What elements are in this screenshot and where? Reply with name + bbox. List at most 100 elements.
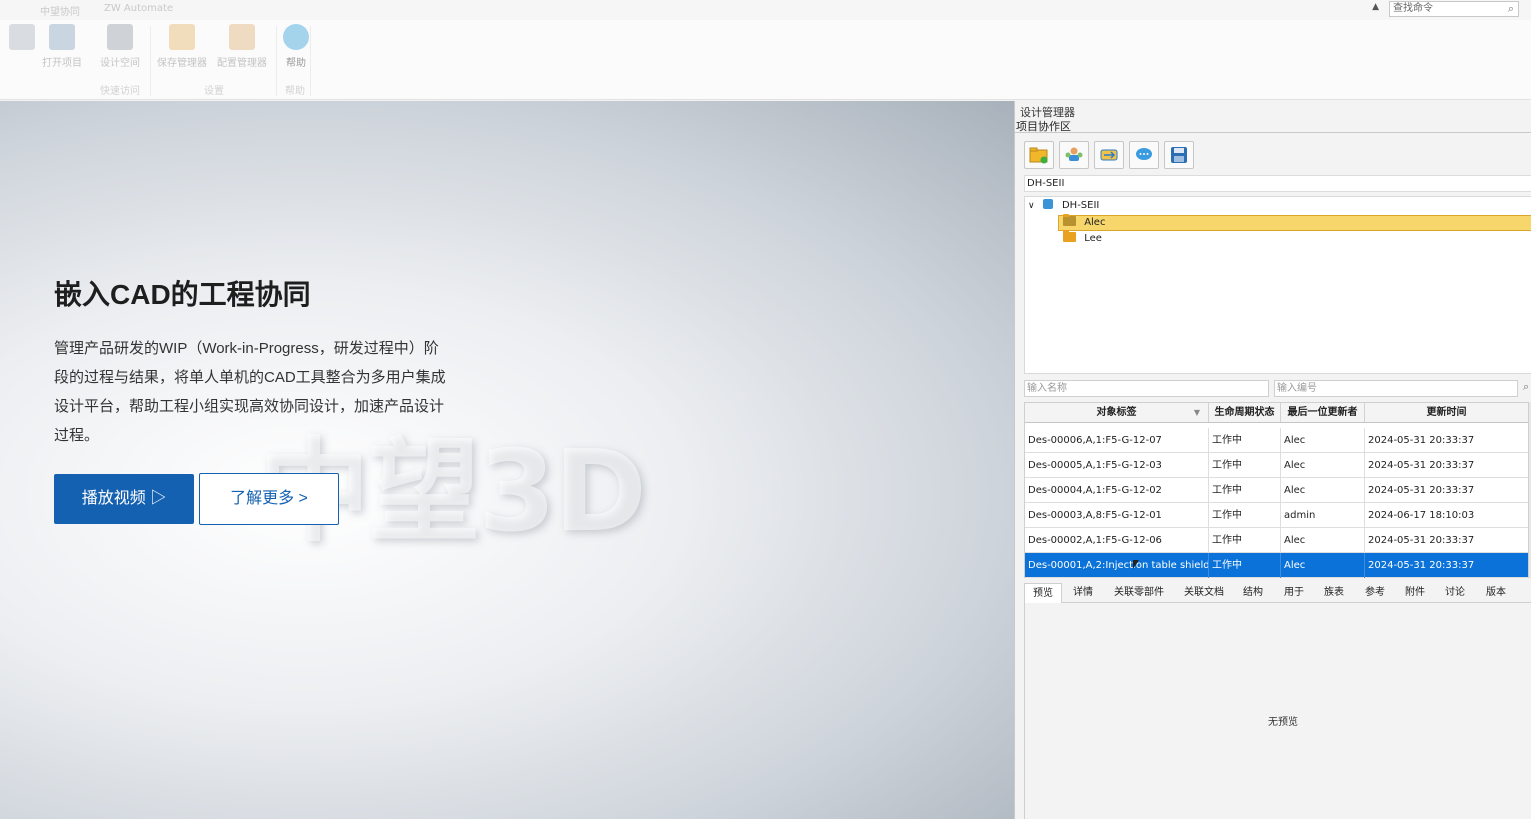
ribbon-help-button[interactable]: 帮助	[268, 24, 324, 69]
cell-time: 2024-06-17 18:10:03	[1368, 510, 1475, 521]
cell-state: 工作中	[1209, 478, 1281, 503]
database-icon	[1042, 199, 1053, 209]
cell-time: 2024-05-31 20:33:37	[1368, 485, 1475, 496]
sort-icon[interactable]: ▼	[1194, 403, 1200, 423]
hero-banner: 中望3D 嵌入CAD的工程协同 管理产品研发的WIP（Work-in-Progr…	[0, 101, 1014, 819]
tab-discussion[interactable]: 讨论	[1437, 583, 1473, 603]
cell-updater: Alec	[1281, 453, 1365, 478]
tab-related-docs[interactable]: 关联文档	[1178, 583, 1230, 603]
tab-details[interactable]: 详情	[1066, 583, 1100, 603]
tab-attachments[interactable]: 附件	[1397, 583, 1433, 603]
column-header-state[interactable]: 生命周期状态	[1209, 403, 1281, 423]
no-preview-text: 无预览	[1268, 717, 1298, 728]
tab-versions[interactable]: 版本	[1478, 583, 1514, 603]
learn-more-button[interactable]: 了解更多 >	[199, 473, 339, 525]
table-row-selected[interactable]: Des-00001,A,2:Injection table shield doo…	[1025, 553, 1528, 578]
cell-time: 2024-05-31 20:33:37	[1368, 560, 1475, 571]
cell-updater: Alec	[1281, 553, 1365, 578]
app-tab-2[interactable]: ZW Automate	[104, 3, 173, 18]
project-tree[interactable]: ∨ DH-SEII Alec Lee	[1024, 196, 1531, 374]
cell-label: Des-00001,A,2:Injection table shield doo…	[1025, 553, 1209, 578]
cell-state: 工作中	[1209, 553, 1281, 578]
detail-tabs: 预览 详情 关联零部件 关联文档 结构 用于 族表 参考 附件 讨论 版本	[1024, 583, 1531, 603]
folder-icon	[1063, 214, 1076, 226]
hero-title: 嵌入CAD的工程协同	[54, 279, 311, 310]
tab-references[interactable]: 参考	[1357, 583, 1393, 603]
objects-table[interactable]: 对象标签 ▼ 生命周期状态 最后一位更新者 更新时间 Des-00006,A,1…	[1024, 402, 1529, 578]
cell-updater: admin	[1281, 503, 1365, 528]
title-bar: 中望协同 ZW Automate ▲ 查找命令 ⌕	[0, 0, 1531, 20]
cell-time: 2024-05-31 20:33:37	[1368, 435, 1475, 446]
column-header-updater[interactable]: 最后一位更新者	[1281, 403, 1365, 423]
ribbon-group-quick: 快速访问	[100, 86, 140, 97]
column-header-label[interactable]: 对象标签 ▼	[1025, 403, 1209, 423]
filter-name-input[interactable]: 输入名称	[1024, 380, 1269, 397]
tab-related-parts[interactable]: 关联零部件	[1108, 583, 1170, 603]
tab-family-table[interactable]: 族表	[1316, 583, 1352, 603]
cell-state: 工作中	[1209, 453, 1281, 478]
tree-item-label: Alec	[1084, 217, 1106, 228]
members-button[interactable]	[1059, 141, 1089, 169]
ribbon-separator	[150, 26, 151, 96]
cell-time: 2024-05-31 20:33:37	[1368, 535, 1475, 546]
cell-state: 工作中	[1209, 528, 1281, 553]
new-folder-button[interactable]	[1024, 141, 1054, 169]
cell-updater: Alec	[1281, 528, 1365, 553]
project-name-field[interactable]: DH-SEII	[1024, 175, 1531, 192]
ribbon-design-space-button[interactable]: 设计空间	[92, 24, 148, 69]
preview-area: 无预览	[1024, 603, 1531, 819]
tree-item-alec[interactable]: Alec	[1058, 214, 1531, 231]
tab-used-in[interactable]: 用于	[1276, 583, 1312, 603]
cell-state: 工作中	[1209, 503, 1281, 528]
divider	[1015, 132, 1531, 133]
cell-label: Des-00004,A,1:F5-G-12-02	[1025, 478, 1209, 503]
ribbon-group-help: 帮助	[285, 86, 305, 97]
cell-updater: Alec	[1281, 428, 1365, 453]
hero-description: 管理产品研发的WIP（Work-in-Progress，研发过程中）阶段的过程与…	[54, 340, 446, 444]
help-icon	[283, 24, 309, 50]
save-button[interactable]	[1164, 141, 1194, 169]
tab-structure[interactable]: 结构	[1235, 583, 1271, 603]
cell-updater: Alec	[1281, 478, 1365, 503]
tree-root[interactable]: ∨ DH-SEII	[1028, 198, 1528, 214]
table-row[interactable]: Des-00006,A,1:F5-G-12-07 工作中 Alec 2024-0…	[1025, 428, 1528, 453]
search-icon[interactable]: ⌕	[1508, 2, 1514, 16]
cell-state: 工作中	[1209, 428, 1281, 453]
column-header-time[interactable]: 更新时间	[1365, 403, 1528, 423]
sync-icon	[1100, 149, 1118, 161]
cell-label: Des-00005,A,1:F5-G-12-03	[1025, 453, 1209, 478]
cell-label: Des-00003,A,8:F5-G-12-01	[1025, 503, 1209, 528]
tree-item-lee[interactable]: Lee	[1058, 230, 1258, 247]
cell-label: Des-00002,A,1:F5-G-12-06	[1025, 528, 1209, 553]
save-manager-icon	[169, 24, 195, 50]
ribbon-separator	[310, 26, 311, 96]
command-search-placeholder: 查找命令	[1393, 3, 1433, 14]
sync-button[interactable]	[1094, 141, 1124, 169]
play-video-button[interactable]: 播放视频 ▷	[54, 474, 194, 524]
table-row[interactable]: Des-00005,A,1:F5-G-12-03 工作中 Alec 2024-0…	[1025, 453, 1528, 478]
chevron-down-icon[interactable]: ∨	[1028, 201, 1035, 211]
collapse-ribbon-icon[interactable]: ▲	[1372, 2, 1379, 12]
table-row[interactable]: Des-00003,A,8:F5-G-12-01 工作中 admin 2024-…	[1025, 503, 1528, 528]
ribbon-group-settings: 设置	[204, 86, 224, 97]
config-manager-icon	[229, 24, 255, 50]
discussion-button[interactable]	[1129, 141, 1159, 169]
table-row[interactable]: Des-00002,A,1:F5-G-12-06 工作中 Alec 2024-0…	[1025, 528, 1528, 553]
filter-number-input[interactable]: 输入编号	[1274, 380, 1518, 397]
ribbon-save-manager-button[interactable]: 保存管理器	[154, 24, 210, 69]
command-search-input[interactable]: 查找命令 ⌕	[1389, 1, 1519, 17]
design-space-icon	[107, 24, 133, 50]
cell-label: Des-00006,A,1:F5-G-12-07	[1025, 428, 1209, 453]
folder-icon	[1063, 230, 1076, 242]
users-icon	[1065, 147, 1083, 161]
ribbon-config-manager-button[interactable]: 配置管理器	[214, 24, 270, 69]
mouse-cursor-icon	[1133, 560, 1139, 569]
tree-root-label: DH-SEII	[1061, 200, 1100, 211]
app-tab-1[interactable]: 中望协同	[40, 3, 80, 18]
cursor-icon	[9, 24, 35, 50]
search-icon[interactable]: ⌕	[1523, 380, 1529, 394]
tab-preview[interactable]: 预览	[1024, 583, 1062, 603]
new-folder-icon	[1029, 147, 1048, 164]
ribbon-open-project-button[interactable]: 打开项目	[34, 24, 90, 69]
table-row[interactable]: Des-00004,A,1:F5-G-12-02 工作中 Alec 2024-0…	[1025, 478, 1528, 503]
